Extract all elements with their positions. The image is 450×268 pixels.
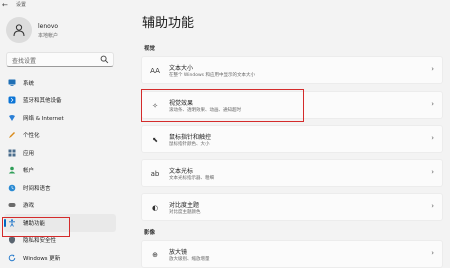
contrast-theme-icon: ◐ bbox=[151, 204, 159, 212]
page-title: 辅助功能 bbox=[142, 16, 195, 31]
sidebar-item-label: 游戏 bbox=[23, 203, 35, 210]
card-contrast-theme[interactable]: ◐ 对比度主题 对比度主题颜色 › bbox=[141, 193, 443, 221]
card-title: 放大镜 bbox=[169, 249, 188, 256]
chevron-right-icon: › bbox=[431, 249, 434, 257]
sidebar-item-label: 蓝牙和其他设备 bbox=[23, 98, 62, 105]
system-icon bbox=[8, 79, 16, 87]
card-text-cursor[interactable]: ab 文本光标 文本光标指示器、粗细 › bbox=[141, 159, 443, 187]
chevron-right-icon: › bbox=[431, 134, 434, 142]
gaming-icon bbox=[8, 201, 16, 209]
sidebar-item-label: 帐户 bbox=[23, 168, 35, 175]
section-vision-label: 视觉 bbox=[144, 46, 156, 52]
sidebar-item-label: 系统 bbox=[23, 80, 35, 87]
chevron-right-icon: › bbox=[431, 100, 434, 108]
privacy-icon bbox=[8, 236, 16, 244]
search-input[interactable]: 查找设置 bbox=[6, 52, 114, 67]
sidebar-item-time-language[interactable]: 时间和语言 bbox=[4, 179, 116, 197]
avatar bbox=[6, 17, 32, 43]
text-cursor-icon: ab bbox=[150, 170, 160, 178]
sidebar-item-label: 个性化 bbox=[23, 133, 40, 140]
accessibility-icon bbox=[8, 219, 16, 227]
text-size-icon: AA bbox=[150, 67, 160, 75]
section-hearing-label: 影像 bbox=[144, 230, 156, 236]
card-desc: 文本光标指示器、粗细 bbox=[169, 176, 214, 181]
card-mouse-pointer[interactable]: ⬉ 鼠标指针和触控 鼠标指针颜色、大小 › bbox=[141, 125, 443, 153]
sidebar-item-system[interactable]: 系统 bbox=[4, 74, 116, 92]
search-icon[interactable] bbox=[100, 55, 109, 64]
sidebar-item-apps[interactable]: 应用 bbox=[4, 144, 116, 162]
card-desc: 对比度主题颜色 bbox=[169, 210, 201, 215]
time-language-icon bbox=[8, 184, 16, 192]
user-account-type: 本地帐户 bbox=[38, 33, 59, 39]
card-title: 对比度主题 bbox=[169, 202, 200, 209]
app-title: 设置 bbox=[16, 2, 27, 8]
apps-icon bbox=[8, 149, 16, 157]
sidebar-item-label: 应用 bbox=[23, 150, 35, 157]
sidebar: lenovo 本地帐户 查找设置 系统 蓝牙和其他设备 网络 & Interne… bbox=[0, 12, 118, 268]
card-text-size[interactable]: AA 文本大小 在整个 Windows 和应用中显示的文本大小 › bbox=[141, 56, 443, 84]
card-visual-effects[interactable]: ✧ 视觉效果 滚动条、透明效果、动画、通知超时 › bbox=[141, 91, 443, 119]
network-icon bbox=[8, 114, 16, 122]
chevron-right-icon: › bbox=[431, 202, 434, 210]
accounts-icon bbox=[8, 166, 16, 174]
personalization-icon bbox=[8, 131, 16, 139]
user-profile[interactable]: lenovo 本地帐户 bbox=[6, 17, 116, 47]
sidebar-item-bluetooth[interactable]: 蓝牙和其他设备 bbox=[4, 92, 116, 110]
back-arrow-icon[interactable]: ← bbox=[2, 1, 8, 9]
card-magnifier[interactable]: ⊕ 放大镜 放大级别、缩放增量 › bbox=[141, 240, 443, 268]
sidebar-item-network[interactable]: 网络 & Internet bbox=[4, 109, 116, 127]
sidebar-item-label: 网络 & Internet bbox=[23, 115, 64, 122]
card-desc: 鼠标指针颜色、大小 bbox=[169, 142, 210, 147]
sidebar-item-label: 辅助功能 bbox=[23, 220, 46, 227]
user-icon bbox=[13, 24, 25, 37]
user-name: lenovo bbox=[38, 23, 59, 30]
visual-effects-icon: ✧ bbox=[152, 102, 158, 110]
sidebar-item-label: Windows 更新 bbox=[23, 255, 61, 262]
mouse-pointer-icon: ⬉ bbox=[152, 136, 158, 144]
card-title: 文本光标 bbox=[169, 168, 194, 175]
sidebar-item-label: 时间和语言 bbox=[23, 185, 51, 192]
chevron-right-icon: › bbox=[431, 168, 434, 176]
magnifier-icon: ⊕ bbox=[152, 251, 158, 259]
sidebar-item-privacy[interactable]: 隐私和安全性 bbox=[4, 232, 116, 250]
bluetooth-icon bbox=[8, 96, 16, 104]
title-bar: ← 设置 bbox=[0, 0, 450, 12]
windows-update-icon bbox=[8, 254, 16, 262]
card-desc: 放大级别、缩放增量 bbox=[169, 257, 210, 262]
card-desc: 滚动条、透明效果、动画、通知超时 bbox=[169, 108, 241, 113]
card-title: 视觉效果 bbox=[169, 100, 194, 107]
sidebar-item-accessibility[interactable]: 辅助功能 bbox=[4, 214, 116, 232]
sidebar-item-personalization[interactable]: 个性化 bbox=[4, 127, 116, 145]
search-placeholder: 查找设置 bbox=[12, 58, 37, 65]
sidebar-item-windows-update[interactable]: Windows 更新 bbox=[4, 249, 116, 267]
sidebar-item-label: 隐私和安全性 bbox=[23, 238, 57, 245]
settings-window: ← 设置 lenovo 本地帐户 查找设置 系统 蓝牙和其他设备 网络 & In… bbox=[0, 0, 450, 268]
sidebar-item-gaming[interactable]: 游戏 bbox=[4, 197, 116, 215]
chevron-right-icon: › bbox=[431, 65, 434, 73]
card-title: 鼠标指针和触控 bbox=[169, 134, 212, 141]
sidebar-item-accounts[interactable]: 帐户 bbox=[4, 162, 116, 180]
sidebar-nav: 系统 蓝牙和其他设备 网络 & Internet 个性化 应用 帐户 时间和语言… bbox=[4, 74, 116, 267]
card-desc: 在整个 Windows 和应用中显示的文本大小 bbox=[169, 73, 255, 78]
card-title: 文本大小 bbox=[169, 65, 194, 72]
